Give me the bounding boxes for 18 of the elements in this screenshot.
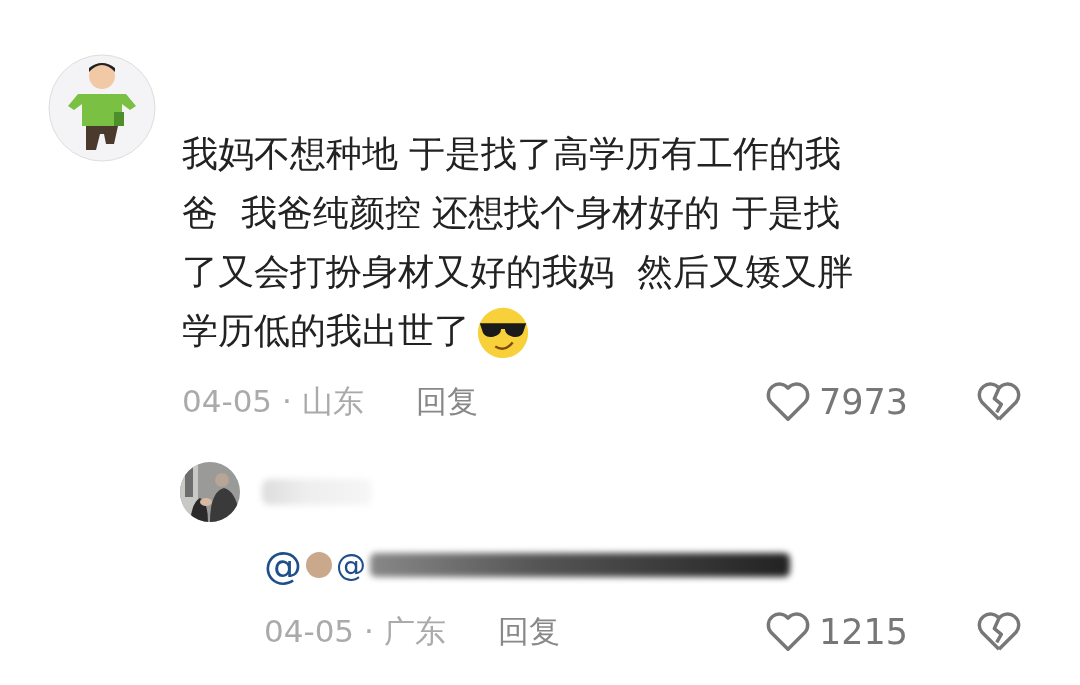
date-location: 04-05 · 山东	[182, 382, 364, 421]
broken-heart-icon[interactable]	[976, 611, 1022, 653]
mention-sign: @	[264, 543, 302, 587]
reply-link[interactable]: 回复	[415, 381, 478, 423]
reply-link[interactable]: 回复	[497, 611, 560, 653]
comment-text-line: 了又会打扮身材又好的我妈 然后又矮又胖	[182, 250, 853, 294]
heart-icon[interactable]	[764, 381, 811, 423]
mention-sign: @	[336, 547, 366, 583]
comment-text-line: 我妈不想种地 于是找了高学历有工作的我	[182, 132, 842, 176]
broken-heart-icon[interactable]	[976, 381, 1022, 423]
avatar-icon	[48, 54, 156, 162]
heart-icon[interactable]	[764, 611, 811, 653]
mini-avatar-icon	[306, 552, 332, 578]
like-count: 1215	[818, 612, 908, 652]
date-location: 04-05 · 广东	[264, 612, 446, 651]
like-count: 7973	[818, 382, 908, 422]
comment-text-line: 学历低的我出世了	[182, 309, 470, 353]
comment-text-line: 爸 我爸纯颜控 还想找个身材好的 于是找	[182, 191, 840, 235]
